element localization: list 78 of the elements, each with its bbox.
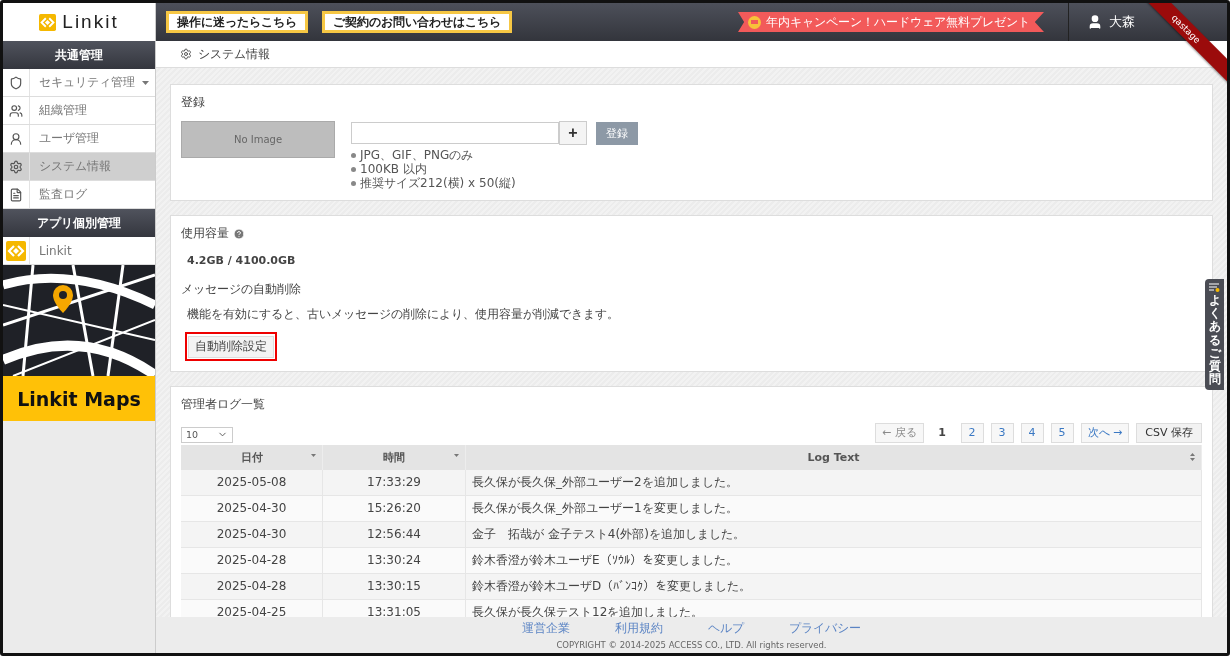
pager-button[interactable]: 5: [1050, 422, 1074, 443]
campaign-banner[interactable]: 年内キャンペーン！ハードウェア無料プレゼント: [738, 12, 1044, 32]
add-button[interactable]: +: [559, 121, 587, 145]
table-cell: 15:26:20: [323, 495, 466, 522]
sidebar-item[interactable]: Linkit: [3, 237, 155, 265]
sidebar-item[interactable]: 組織管理: [3, 97, 155, 125]
table-cell: 鈴木香澄が鈴木ユーザD（ﾊﾞﾝｺｸ）を変更しました。: [466, 573, 1202, 600]
footer-link[interactable]: プライバシー: [789, 620, 861, 637]
pager-button[interactable]: 3: [990, 422, 1014, 443]
card-title: 管理者ログ一覧: [181, 395, 266, 413]
pager-button[interactable]: 2: [960, 422, 984, 443]
column-header[interactable]: 日付: [181, 444, 323, 470]
user-name[interactable]: 大森: [1109, 13, 1135, 31]
badge-icon: [748, 15, 761, 29]
caret-icon: [142, 80, 149, 85]
nav-icon: [9, 159, 23, 174]
usage-value: 4.2GB / 4100.0GB: [187, 254, 297, 267]
table-cell: 2025-04-30: [181, 521, 323, 548]
sidebar-item[interactable]: ユーザ管理: [3, 125, 155, 153]
file-field[interactable]: [351, 122, 559, 144]
copyright-text: COPYRIGHT © 2014-2025 ACCESS CO., LTD. All rights reserved.: [556, 640, 827, 650]
note-text: JPG、GIF、PNGのみ: [360, 148, 474, 162]
user-icon: [1087, 14, 1103, 30]
page-title: システム情報: [198, 46, 270, 62]
csv-button[interactable]: CSV 保存: [1136, 422, 1202, 443]
nav-icon: [9, 103, 23, 118]
sidebar-item[interactable]: 監査ログ: [3, 181, 155, 209]
bullet-icon: [351, 180, 356, 186]
nav-icon: [9, 187, 23, 202]
table-cell: 13:30:24: [323, 547, 466, 574]
bullet-icon: [351, 166, 356, 172]
table-cell: 2025-04-28: [181, 547, 323, 574]
table-cell: 13:30:15: [323, 573, 466, 600]
table-cell: 2025-04-30: [181, 495, 323, 522]
image-preview: No Image: [181, 121, 335, 158]
help-button[interactable]: ご契約のお問い合わせはこちら: [322, 11, 512, 33]
table-cell: 金子 拓哉が 金子テスト4(外部)を追加しました。: [466, 521, 1202, 548]
table-cell: 長久保が長久保_外部ユーザー1を変更しました。: [466, 495, 1202, 522]
table-cell: 鈴木香澄が鈴木ユーザE（ｿｳﾙ）を変更しました。: [466, 547, 1202, 574]
column-header[interactable]: 時間: [323, 444, 466, 470]
table-cell: 長久保が長久保_外部ユーザー2を追加しました。: [466, 469, 1202, 496]
sidebar-item[interactable]: セキュリティ管理: [3, 69, 155, 97]
column-header[interactable]: Log Text: [466, 444, 1202, 470]
note-text: 100KB 以内: [360, 162, 427, 176]
section-title: メッセージの自動削除: [181, 281, 302, 298]
logo-icon: [6, 240, 26, 261]
footer-link[interactable]: 運営企業: [522, 620, 570, 637]
table-cell: 17:33:29: [323, 469, 466, 496]
pager-button[interactable]: 4: [1020, 422, 1044, 443]
page-size-select[interactable]: 10: [181, 426, 233, 443]
footer-link[interactable]: 利用規約: [615, 620, 663, 637]
pager-button[interactable]: 次へ →: [1080, 422, 1130, 443]
section-header: 共通管理: [3, 41, 155, 69]
note-text: 推奨サイズ212(横) x 50(縦): [360, 176, 516, 190]
logo-icon: [39, 13, 57, 31]
help-button[interactable]: 操作に迷ったらこちら: [166, 11, 308, 33]
nav-icon: [9, 131, 23, 146]
table-cell: 12:56:44: [323, 521, 466, 548]
campaign-text: 年内キャンペーン！ハードウェア無料プレゼント: [766, 13, 1030, 31]
faq-tab[interactable]: よくあるご質問: [1205, 279, 1224, 391]
list-icon: [1209, 283, 1220, 292]
pager-button[interactable]: 1: [930, 422, 954, 443]
description-text: 機能を有効にすると、古いメッセージの削除により、使用容量が削減できます。: [187, 306, 620, 323]
register-button[interactable]: 登録: [596, 121, 638, 145]
table-cell: 2025-04-28: [181, 573, 323, 600]
table-cell: 2025-05-08: [181, 469, 323, 496]
help-icon[interactable]: [233, 227, 245, 240]
gear-icon: [180, 48, 192, 60]
sidebar-item[interactable]: システム情報: [3, 153, 155, 181]
footer-link[interactable]: ヘルプ: [708, 620, 744, 637]
bullet-icon: [351, 152, 356, 158]
section-header: アプリ個別管理: [3, 209, 155, 237]
logo-text: Linkit: [62, 11, 119, 33]
auto-delete-button[interactable]: 自動削除設定: [188, 335, 274, 358]
banner-title[interactable]: Linkit Maps: [3, 376, 155, 421]
card-title: 使用容量: [181, 225, 229, 242]
nav-icon: [9, 75, 23, 90]
card-title: 登録: [181, 94, 206, 111]
